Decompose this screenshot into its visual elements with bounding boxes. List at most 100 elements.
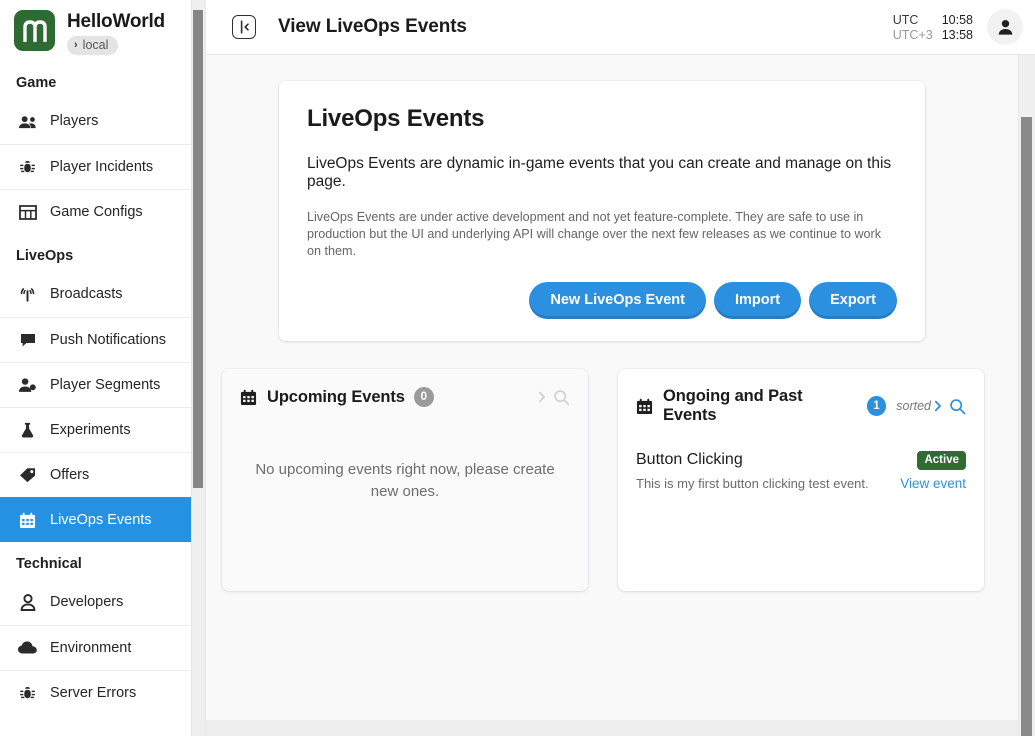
- event-description: This is my first button clicking test ev…: [636, 476, 869, 491]
- footer-strip: [206, 720, 1018, 736]
- import-button[interactable]: Import: [713, 282, 802, 319]
- upcoming-panel-header: Upcoming Events 0: [240, 387, 570, 407]
- clock-time-utc: 10:58: [941, 12, 973, 27]
- brand-text: HelloWorld › local: [67, 10, 165, 55]
- sidebar-item-environment[interactable]: Environment: [0, 625, 205, 670]
- sidebar-item-label: Environment: [50, 639, 132, 656]
- content-scrollbar-track[interactable]: [1018, 55, 1035, 736]
- sidebar-item-player-incidents[interactable]: Player Incidents: [0, 144, 205, 189]
- sidebar-item-label: Experiments: [50, 421, 131, 438]
- environment-label: local: [82, 38, 109, 52]
- sidebar-item-label: Push Notifications: [50, 331, 167, 348]
- event-name: Button Clicking: [636, 451, 743, 468]
- sidebar-item-liveops-events[interactable]: LiveOps Events: [0, 497, 205, 542]
- chevron-right-icon: [535, 390, 549, 404]
- ongoing-events-panel: Ongoing and Past Events 1 sorted Button …: [618, 369, 984, 591]
- calendar-icon: [636, 398, 653, 415]
- chevron-right-icon: ›: [74, 39, 78, 51]
- person-badge-icon: [18, 593, 37, 612]
- ongoing-panel-tools: [931, 398, 966, 415]
- event-row-top: Button Clicking Active: [636, 451, 966, 470]
- content-scrollbar-thumb[interactable]: [1021, 117, 1032, 736]
- calendar-icon: [240, 389, 257, 406]
- main-area: View LiveOps Events UTC 10:58 UTC+3 13:5…: [206, 0, 1035, 736]
- table-icon: [18, 203, 37, 222]
- app-title: HelloWorld: [67, 11, 165, 32]
- sidebar-scrollbar-thumb[interactable]: [193, 10, 203, 488]
- sidebar-item-offers[interactable]: Offers: [0, 452, 205, 497]
- nav-section-game: Game: [16, 75, 57, 91]
- sidebar-item-broadcasts[interactable]: Broadcasts: [0, 272, 205, 317]
- liveops-overview-card: LiveOps Events LiveOps Events are dynami…: [279, 81, 925, 341]
- app-logo-icon: [14, 10, 55, 51]
- players-icon: [18, 112, 37, 131]
- new-liveops-event-button[interactable]: New LiveOps Event: [529, 282, 706, 319]
- upcoming-panel-tools: [535, 389, 570, 406]
- chevron-right-icon[interactable]: [931, 399, 945, 413]
- search-icon[interactable]: [949, 398, 966, 415]
- view-event-link[interactable]: View event: [900, 476, 966, 491]
- sidebar: HelloWorld › local Game Players Player I…: [0, 0, 206, 736]
- sidebar-item-push-notifications[interactable]: Push Notifications: [0, 317, 205, 362]
- sidebar-scrollbar-track[interactable]: [191, 0, 205, 736]
- list-item[interactable]: Button Clicking Active This is my first …: [636, 451, 966, 491]
- sorted-label: sorted: [896, 399, 931, 413]
- nav-section-liveops: LiveOps: [16, 248, 74, 264]
- sidebar-item-label: Server Errors: [50, 684, 137, 701]
- sidebar-item-label: Broadcasts: [50, 286, 123, 303]
- sidebar-item-label: Player Segments: [50, 376, 161, 393]
- sidebar-item-game-configs[interactable]: Game Configs: [0, 189, 205, 234]
- sidebar-item-label: Players: [50, 113, 99, 130]
- content-scroll-area: LiveOps Events LiveOps Events are dynami…: [206, 55, 1035, 720]
- price-tag-icon: [18, 466, 37, 485]
- panel-title: Upcoming Events: [267, 387, 405, 406]
- clock-time-local: 13:58: [941, 27, 973, 42]
- clock-display: UTC 10:58 UTC+3 13:58: [893, 13, 973, 42]
- sidebar-item-label: Player Incidents: [50, 158, 154, 175]
- sidebar-item-developers[interactable]: Developers: [0, 580, 205, 625]
- upcoming-count-badge: 0: [413, 387, 434, 407]
- bug-icon: [18, 158, 37, 177]
- sidebar-item-experiments[interactable]: Experiments: [0, 407, 205, 452]
- cloud-icon: [18, 639, 37, 658]
- event-panels-row: Upcoming Events 0 No upcoming events rig…: [222, 369, 1035, 591]
- top-bar: View LiveOps Events UTC 10:58 UTC+3 13:5…: [206, 0, 1035, 55]
- ongoing-count-badge: 1: [866, 396, 887, 416]
- sidebar-item-player-segments[interactable]: Player Segments: [0, 362, 205, 407]
- user-avatar-icon[interactable]: [987, 9, 1023, 45]
- bug-icon: [18, 684, 37, 703]
- chat-bubble-icon: [18, 331, 37, 350]
- nav-section-technical: Technical: [16, 556, 82, 572]
- calendar-icon: [18, 511, 37, 530]
- search-icon: [553, 389, 570, 406]
- sidebar-item-label: Offers: [50, 466, 90, 483]
- brand-block[interactable]: HelloWorld › local: [0, 0, 205, 61]
- flask-icon: [18, 421, 37, 440]
- sidebar-item-label: LiveOps Events: [50, 511, 152, 528]
- clock-zone-local: UTC+3: [892, 27, 933, 42]
- card-actions: New LiveOps Event Import Export: [307, 282, 897, 319]
- card-title: LiveOps Events: [307, 105, 485, 132]
- environment-badge[interactable]: › local: [67, 36, 119, 55]
- content-inner: LiveOps Events LiveOps Events are dynami…: [206, 55, 1035, 591]
- app-root: HelloWorld › local Game Players Player I…: [0, 0, 1035, 736]
- broadcast-icon: [18, 285, 37, 304]
- user-tag-icon: [18, 376, 37, 395]
- page-title: View LiveOps Events: [278, 16, 467, 37]
- upcoming-empty-message: No upcoming events right now, please cre…: [255, 461, 555, 500]
- card-note-text: LiveOps Events are under active developm…: [307, 210, 882, 258]
- collapse-sidebar-icon[interactable]: [232, 15, 256, 39]
- export-button[interactable]: Export: [809, 282, 897, 319]
- sidebar-item-label: Developers: [50, 594, 124, 611]
- upcoming-events-panel: Upcoming Events 0 No upcoming events rig…: [222, 369, 588, 591]
- sidebar-item-players[interactable]: Players: [0, 99, 205, 144]
- event-row-bottom: This is my first button clicking test ev…: [636, 476, 966, 491]
- panel-title: Ongoing and Past Events: [663, 387, 803, 424]
- card-lead-text: LiveOps Events are dynamic in-game event…: [307, 155, 892, 190]
- topbar-right: UTC 10:58 UTC+3 13:58: [893, 9, 1023, 45]
- ongoing-panel-header: Ongoing and Past Events 1 sorted: [636, 387, 966, 425]
- status-badge: Active: [917, 451, 966, 470]
- sidebar-item-server-errors[interactable]: Server Errors: [0, 670, 205, 715]
- sidebar-item-label: Game Configs: [50, 203, 143, 220]
- clock-zone-utc: UTC: [892, 12, 919, 27]
